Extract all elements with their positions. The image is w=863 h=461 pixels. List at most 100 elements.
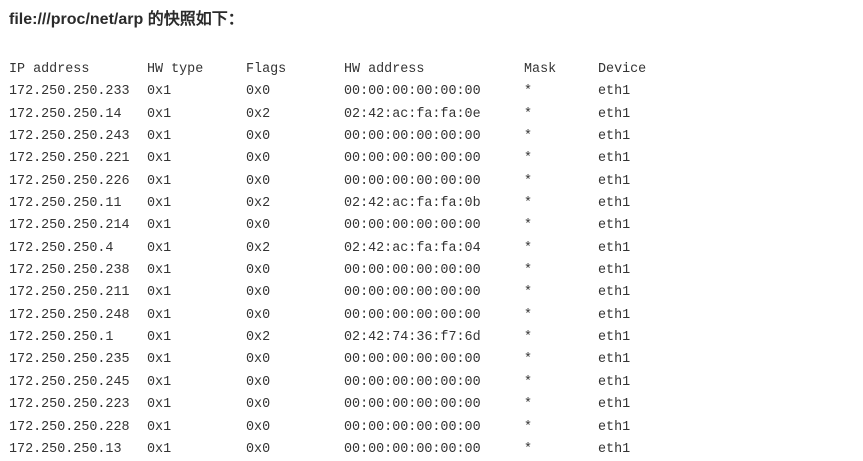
ip-address-cell: 172.250.250.228: [9, 419, 130, 435]
hw-type-cell: 0x1: [147, 307, 172, 323]
flags-cell: 0x0: [246, 397, 271, 413]
flags-cell: 0x0: [246, 419, 271, 435]
header-hw-address: HW address: [344, 62, 425, 77]
hw-type-cell: 0x1: [147, 419, 172, 435]
hw-type-cell: 0x1: [147, 218, 172, 234]
hw-type-cell: 0x1: [147, 330, 172, 346]
mask-cell: *: [524, 196, 533, 212]
hw-address-cell: 00:00:00:00:00:00: [344, 129, 481, 145]
header-hw-type: HW type: [147, 62, 204, 77]
flags-cell: 0x0: [246, 84, 271, 100]
ip-address-cell: 172.250.250.235: [9, 352, 130, 368]
header-mask: Mask: [524, 62, 557, 77]
ip-address-cell: 172.250.250.4: [9, 240, 114, 256]
mask-cell: *: [524, 240, 533, 256]
device-cell: eth1: [598, 374, 631, 390]
ip-address-cell: 172.250.250.214: [9, 218, 130, 234]
device-cell: eth1: [598, 129, 631, 145]
flags-cell: 0x0: [246, 151, 271, 167]
device-cell: eth1: [598, 173, 631, 189]
device-cell: eth1: [598, 397, 631, 413]
mask-cell: *: [524, 129, 533, 145]
hw-type-cell: 0x1: [147, 106, 172, 122]
flags-cell: 0x0: [246, 173, 271, 189]
flags-cell: 0x0: [246, 263, 271, 279]
hw-type-cell: 0x1: [147, 151, 172, 167]
device-cell: eth1: [598, 419, 631, 435]
hw-type-cell: 0x1: [147, 196, 172, 212]
device-cell: eth1: [598, 84, 631, 100]
device-cell: eth1: [598, 330, 631, 346]
hw-type-cell: 0x1: [147, 263, 172, 279]
hw-address-cell: 00:00:00:00:00:00: [344, 307, 481, 323]
mask-cell: *: [524, 419, 533, 435]
ip-address-cell: 172.250.250.11: [9, 196, 122, 212]
device-cell: eth1: [598, 196, 631, 212]
device-cell: eth1: [598, 263, 631, 279]
device-cell: eth1: [598, 307, 631, 323]
flags-cell: 0x2: [246, 240, 271, 256]
ip-address-cell: 172.250.250.233: [9, 84, 130, 100]
mask-cell: *: [524, 106, 533, 122]
flags-cell: 0x0: [246, 441, 271, 457]
flags-cell: 0x0: [246, 218, 271, 234]
hw-address-cell: 00:00:00:00:00:00: [344, 352, 481, 368]
hw-address-cell: 00:00:00:00:00:00: [344, 419, 481, 435]
header-device: Device: [598, 62, 647, 77]
ip-address-cell: 172.250.250.248: [9, 307, 130, 323]
ip-address-cell: 172.250.250.211: [9, 285, 130, 301]
mask-cell: *: [524, 330, 533, 346]
device-cell: eth1: [598, 441, 631, 457]
ip-address-cell: 172.250.250.243: [9, 129, 130, 145]
header-flags: Flags: [246, 62, 287, 77]
device-cell: eth1: [598, 106, 631, 122]
hw-type-cell: 0x1: [147, 129, 172, 145]
flags-cell: 0x0: [246, 129, 271, 145]
mask-cell: *: [524, 441, 533, 457]
hw-address-cell: 02:42:ac:fa:fa:0b: [344, 196, 481, 212]
hw-type-cell: 0x1: [147, 352, 172, 368]
ip-address-cell: 172.250.250.221: [9, 151, 130, 167]
device-cell: eth1: [598, 218, 631, 234]
device-cell: eth1: [598, 240, 631, 256]
ip-address-cell: 172.250.250.245: [9, 374, 130, 390]
hw-address-cell: 00:00:00:00:00:00: [344, 441, 481, 457]
ip-address-cell: 172.250.250.238: [9, 263, 130, 279]
flags-cell: 0x0: [246, 374, 271, 390]
flags-cell: 0x2: [246, 196, 271, 212]
device-cell: eth1: [598, 151, 631, 167]
mask-cell: *: [524, 173, 533, 189]
flags-cell: 0x2: [246, 106, 271, 122]
mask-cell: *: [524, 263, 533, 279]
hw-address-cell: 00:00:00:00:00:00: [344, 84, 481, 100]
mask-cell: *: [524, 352, 533, 368]
ip-address-cell: 172.250.250.223: [9, 397, 130, 413]
hw-address-cell: 00:00:00:00:00:00: [344, 263, 481, 279]
device-cell: eth1: [598, 285, 631, 301]
flags-cell: 0x0: [246, 307, 271, 323]
mask-cell: *: [524, 285, 533, 301]
hw-address-cell: 00:00:00:00:00:00: [344, 397, 481, 413]
hw-type-cell: 0x1: [147, 173, 172, 189]
mask-cell: *: [524, 84, 533, 100]
hw-type-cell: 0x1: [147, 240, 172, 256]
hw-address-cell: 02:42:74:36:f7:6d: [344, 330, 481, 346]
hw-type-cell: 0x1: [147, 84, 172, 100]
device-cell: eth1: [598, 352, 631, 368]
ip-address-cell: 172.250.250.13: [9, 441, 122, 457]
mask-cell: *: [524, 218, 533, 234]
hw-address-cell: 00:00:00:00:00:00: [344, 374, 481, 390]
hw-address-cell: 00:00:00:00:00:00: [344, 151, 481, 167]
mask-cell: *: [524, 307, 533, 323]
flags-cell: 0x0: [246, 285, 271, 301]
header-ip-address: IP address: [9, 62, 90, 77]
flags-cell: 0x2: [246, 330, 271, 346]
ip-address-cell: 172.250.250.14: [9, 106, 122, 122]
hw-address-cell: 00:00:00:00:00:00: [344, 173, 481, 189]
hw-address-cell: 00:00:00:00:00:00: [344, 218, 481, 234]
hw-type-cell: 0x1: [147, 374, 172, 390]
hw-address-cell: 02:42:ac:fa:fa:04: [344, 240, 481, 256]
hw-type-cell: 0x1: [147, 397, 172, 413]
hw-type-cell: 0x1: [147, 441, 172, 457]
flags-cell: 0x0: [246, 352, 271, 368]
